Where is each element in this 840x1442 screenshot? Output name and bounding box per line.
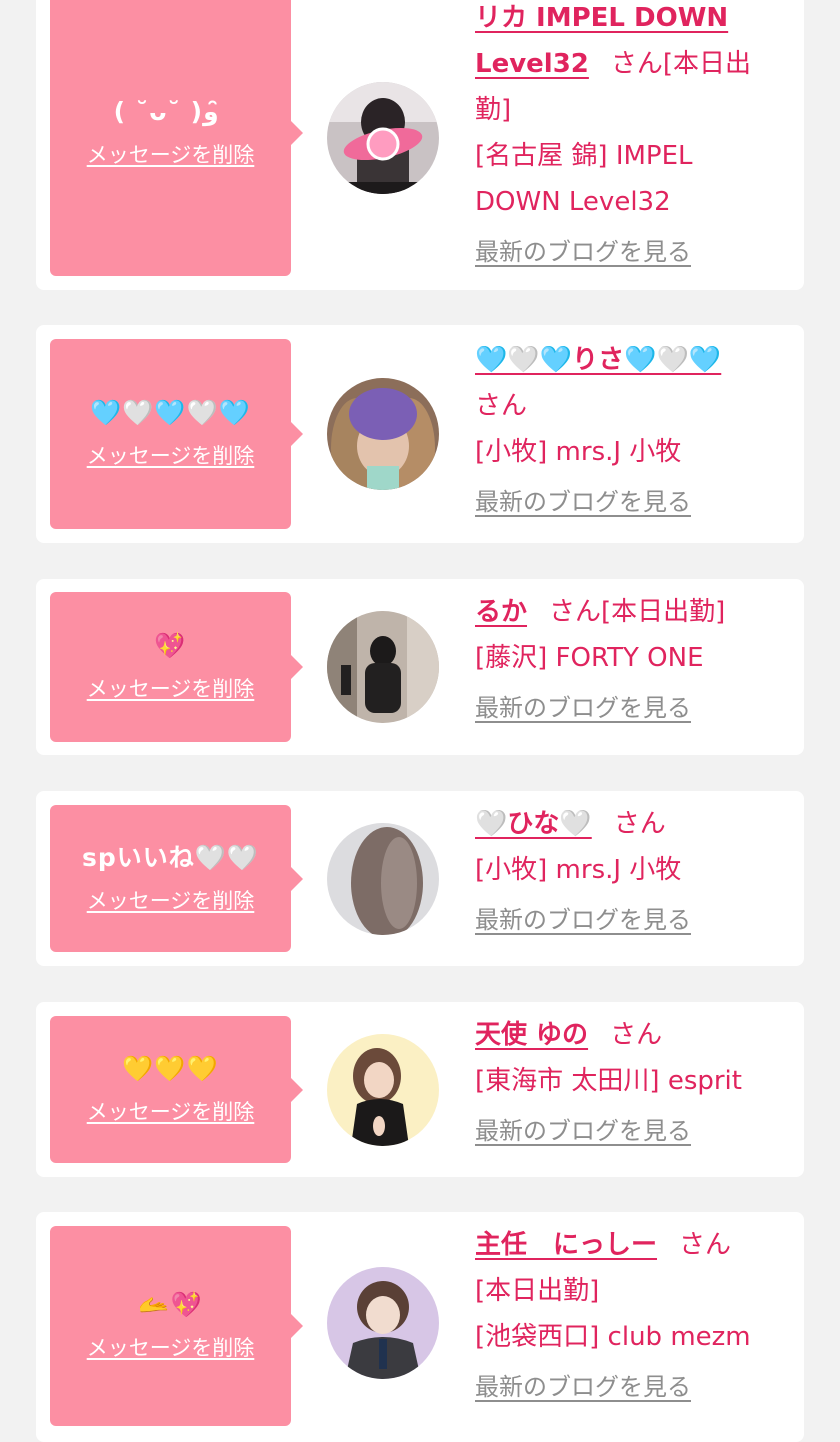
shop-text: [小牧] mrs.J 小牧 [475,437,682,467]
delete-message-link[interactable]: メッセージを削除 [87,1096,255,1126]
cast-info: 🤍ひな🤍 さん [小牧] mrs.J 小牧 最新のブログを見る [475,801,770,943]
cast-info: 天使 ゆの さん [東海市 太田川] esprit 最新のブログを見る [475,1012,770,1154]
honorific: さん [613,809,666,839]
cast-name-link[interactable]: 🤍ひな🤍 [475,809,592,839]
message-bubble: 🫴💖 メッセージを削除 [50,1226,303,1426]
delete-message-link[interactable]: メッセージを削除 [87,139,255,169]
message-card: ( ˘ᴗ˘ )و ̑̑ メッセージを削除 リカ IMPEL DOWN Level… [36,0,804,290]
avatar[interactable] [327,378,439,490]
cast-name-link[interactable]: るか [475,597,527,627]
delete-message-link[interactable]: メッセージを削除 [87,673,255,703]
cast-name-link[interactable]: 天使 ゆの [475,1020,588,1050]
message-card: 💛💛💛 メッセージを削除 天使 ゆの さん [東海市 太田川] esprit 最新… [36,1002,804,1177]
message-bubble: 🩵🤍🩵🤍🩵 メッセージを削除 [50,339,303,529]
avatar-image [327,611,439,723]
avatar-image [327,82,439,194]
cast-info: るか さん[本日出勤] [藤沢] FORTY ONE 最新のブログを見る [475,589,770,731]
message-text: 💛💛💛 [122,1053,219,1083]
shop-text: [藤沢] FORTY ONE [475,643,704,673]
message-text: 💖 [154,631,187,660]
cast-info: 主任 にっしー さん [本日出勤] [池袋西口] club mezm 最新のブログ… [475,1222,770,1410]
cast-name-link[interactable]: 主任 にっしー [475,1230,657,1260]
blog-link[interactable]: 最新のブログを見る [475,685,691,731]
honorific: さん [610,49,663,79]
message-bubble: spいいね🤍🤍 メッセージを削除 [50,805,303,952]
blog-link[interactable]: 最新のブログを見る [475,1108,691,1154]
message-bubble: ( ˘ᴗ˘ )و ̑̑ メッセージを削除 [50,0,303,276]
delete-message-link[interactable]: メッセージを削除 [87,440,255,470]
avatar[interactable] [327,611,439,723]
avatar-image [327,823,439,935]
shop-text: [小牧] mrs.J 小牧 [475,855,682,885]
cast-name-link[interactable]: 🩵🤍🩵りさ🩵🤍🩵 [475,345,721,375]
message-text: ( ˘ᴗ˘ )و ̑̑ [113,97,228,126]
message-card: 🫴💖 メッセージを削除 主任 にっしー さん [本日出勤] [池袋西口] club… [36,1212,804,1442]
avatar[interactable] [327,82,439,194]
blog-link[interactable]: 最新のブログを見る [475,479,691,525]
avatar[interactable] [327,1034,439,1146]
shop-text: [名古屋 錦] IMPEL DOWN Level32 [475,141,693,217]
message-bubble: 💛💛💛 メッセージを削除 [50,1016,303,1163]
honorific: さん [610,1020,663,1050]
honorific: さん [549,597,602,627]
cast-info: 🩵🤍🩵りさ🩵🤍🩵 さん [小牧] mrs.J 小牧 最新のブログを見る [475,337,770,525]
honorific: さん [679,1230,732,1260]
avatar-image [327,1267,439,1379]
avatar[interactable] [327,823,439,935]
status-text: [本日出勤] [601,597,726,627]
status-text: [本日出勤] [475,1276,600,1306]
avatar-image [327,378,439,490]
avatar-image [327,1034,439,1146]
message-card: spいいね🤍🤍 メッセージを削除 🤍ひな🤍 さん [小牧] mrs.J 小牧 最新… [36,791,804,966]
shop-text: [池袋西口] club mezm [475,1322,751,1352]
delete-message-link[interactable]: メッセージを削除 [87,1332,255,1362]
shop-text: [東海市 太田川] esprit [475,1066,742,1096]
delete-message-link[interactable]: メッセージを削除 [87,885,255,915]
message-bubble: 💖 メッセージを削除 [50,592,303,742]
avatar[interactable] [327,1267,439,1379]
blog-link[interactable]: 最新のブログを見る [475,897,691,943]
blog-link[interactable]: 最新のブログを見る [475,229,691,275]
message-card: 🩵🤍🩵🤍🩵 メッセージを削除 🩵🤍🩵りさ🩵🤍🩵 さん [小牧] mrs.J 小牧… [36,325,804,543]
message-text: spいいね🤍🤍 [81,842,260,872]
cast-info: リカ IMPEL DOWN Level32 さん[本日出勤] [名古屋 錦] IM… [475,0,770,275]
honorific: さん [475,391,528,421]
message-text: 🫴💖 [138,1290,203,1319]
message-text: 🩵🤍🩵🤍🩵 [90,398,251,427]
message-card: 💖 メッセージを削除 るか さん[本日出勤] [藤沢] FORTY ONE 最新の… [36,579,804,755]
blog-link[interactable]: 最新のブログを見る [475,1364,691,1410]
